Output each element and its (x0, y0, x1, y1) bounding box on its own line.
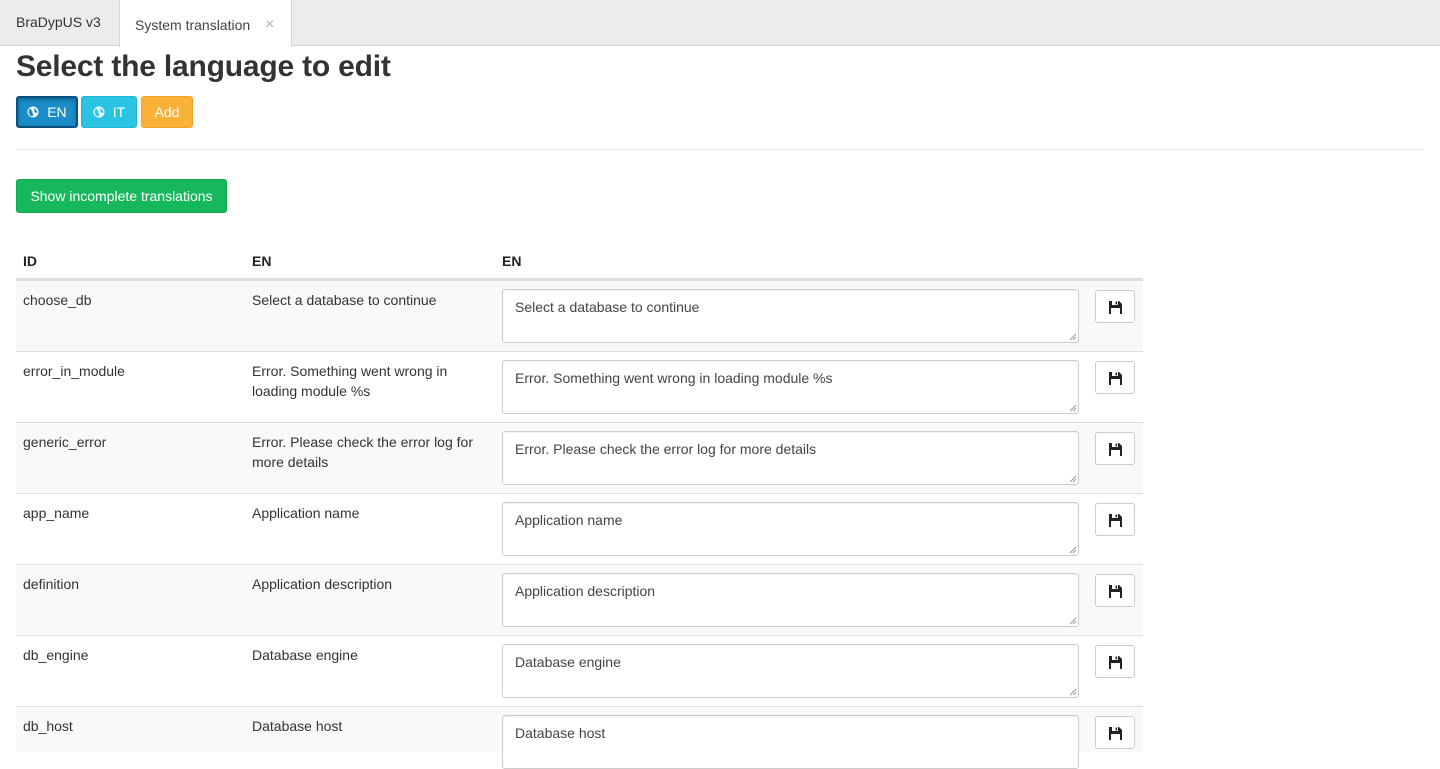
save-icon (1109, 514, 1122, 527)
save-button[interactable] (1095, 503, 1135, 536)
close-icon[interactable]: × (265, 0, 274, 50)
row-id: app_name (23, 505, 90, 521)
column-header-id: ID (23, 253, 37, 269)
table-row: db_engine Database engine Database engin… (16, 635, 1143, 706)
save-icon (1109, 585, 1122, 598)
show-incomplete-translations-button[interactable]: Show incomplete translations (16, 179, 227, 213)
column-header-translation: EN (502, 253, 522, 269)
row-source-text: Error. Something went wrong in loading m… (252, 363, 448, 399)
translation-text: Application description (515, 583, 656, 599)
row-id: choose_db (23, 292, 92, 308)
tab-home[interactable]: BraDypUS v3 (0, 0, 119, 46)
translation-textarea[interactable]: Database engine (502, 644, 1079, 698)
add-language-button[interactable]: Add (141, 96, 193, 128)
language-button-en[interactable]: EN (16, 96, 78, 128)
row-source-text: Application name (252, 505, 360, 521)
translation-textarea[interactable]: Error. Please check the error log for mo… (502, 431, 1079, 485)
save-button[interactable] (1095, 645, 1135, 678)
save-icon (1109, 443, 1122, 456)
tab-system-translation[interactable]: System translation × (119, 0, 292, 47)
globe-icon (93, 106, 105, 118)
save-button[interactable] (1095, 290, 1135, 323)
language-button-en-label: EN (47, 104, 67, 120)
resize-grip-icon[interactable] (1069, 404, 1077, 412)
save-button[interactable] (1095, 574, 1135, 607)
row-source-text: Database host (252, 718, 343, 734)
translation-textarea[interactable]: Error. Something went wrong in loading m… (502, 360, 1079, 414)
row-source-text: Database engine (252, 647, 358, 663)
table-row: definition Application description Appli… (16, 564, 1143, 635)
row-source-text: Application description (252, 576, 393, 592)
tab-home-label: BraDypUS v3 (16, 14, 101, 30)
translation-text: Application name (515, 512, 623, 528)
translation-textarea[interactable]: Select a database to continue (502, 289, 1079, 343)
row-source-text: Error. Please check the error log for mo… (252, 434, 473, 470)
translation-text: Database engine (515, 654, 621, 670)
table-row: choose_db Select a database to continue … (16, 280, 1143, 351)
column-header-source: EN (252, 253, 272, 269)
globe-icon (27, 106, 39, 118)
save-icon (1109, 727, 1122, 740)
tab-bar: BraDypUS v3 System translation × (0, 0, 1440, 47)
row-source-text: Select a database to continue (252, 292, 437, 308)
row-id: generic_error (23, 434, 107, 450)
translation-text: Error. Please check the error log for mo… (515, 441, 817, 457)
resize-grip-icon[interactable] (1069, 688, 1077, 696)
tab-system-translation-label: System translation (135, 17, 251, 33)
save-icon (1109, 656, 1122, 669)
language-button-it-label: IT (112, 104, 126, 120)
table-row: generic_error Error. Please check the er… (16, 422, 1143, 493)
translation-text: Select a database to continue (515, 299, 700, 315)
save-icon (1109, 372, 1122, 385)
language-button-it[interactable]: IT (81, 96, 137, 128)
resize-grip-icon[interactable] (1069, 617, 1077, 625)
translation-textarea[interactable]: Database host (502, 715, 1079, 769)
page-title: Select the language to edit (16, 50, 391, 83)
save-button[interactable] (1095, 361, 1135, 394)
row-id: db_host (23, 718, 73, 734)
table-row: db_host Database host Database host (16, 706, 1143, 769)
translation-textarea[interactable]: Application description (502, 573, 1079, 627)
save-button[interactable] (1095, 432, 1135, 465)
translation-text: Database host (515, 725, 606, 741)
save-button[interactable] (1095, 716, 1135, 749)
row-id: db_engine (23, 647, 89, 663)
row-id: error_in_module (23, 363, 125, 379)
resize-grip-icon[interactable] (1069, 333, 1077, 341)
divider (16, 149, 1424, 150)
table-row: error_in_module Error. Something went wr… (16, 351, 1143, 422)
resize-grip-icon[interactable] (1069, 546, 1077, 554)
save-icon (1109, 301, 1122, 314)
translation-textarea[interactable]: Application name (502, 502, 1079, 556)
translation-text: Error. Something went wrong in loading m… (515, 370, 833, 386)
table-row: app_name Application name Application na… (16, 493, 1143, 564)
resize-grip-icon[interactable] (1069, 475, 1077, 483)
row-id: definition (23, 576, 80, 592)
